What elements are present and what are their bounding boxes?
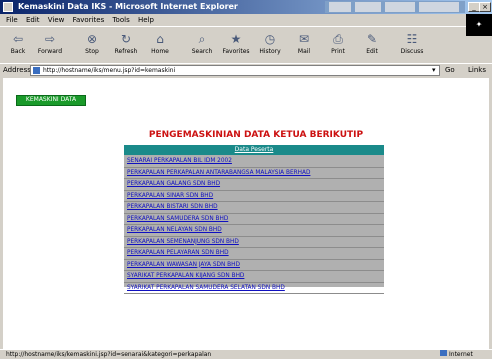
page-content: KEMASKINI DATA PENGEMASKINIAN DATA KETUA… xyxy=(3,78,489,349)
menu-link[interactable]: PERKAPALAN PELAYARAN SDN BHD xyxy=(127,250,229,256)
list-item: SYARIKAT PERKAPALAN KIJANG SDN BHD xyxy=(124,271,384,283)
menu-link[interactable]: PERKAPALAN BISTARI SDN BHD xyxy=(127,204,218,210)
back-icon: ⇦ xyxy=(12,32,24,46)
menu-bar: File Edit View Favorites Tools Help xyxy=(0,14,492,26)
discuss-button[interactable]: ☷ Discuss xyxy=(396,30,428,60)
address-label: Address xyxy=(3,66,31,74)
mail-button[interactable]: ✉ Mail xyxy=(288,30,320,60)
menu-link[interactable]: SYARIKAT PERKAPALAN SAMUDERA SELATAN SDN… xyxy=(127,285,285,291)
menu-link[interactable]: PERKAPALAN SEMENANJUNG SDN BHD xyxy=(127,239,239,245)
menu-link[interactable]: PERKAPALAN SAMUDERA SDN BHD xyxy=(127,216,228,222)
close-icon[interactable]: × xyxy=(479,2,491,12)
globe-icon xyxy=(440,350,447,356)
refresh-icon: ↻ xyxy=(120,32,132,46)
history-button[interactable]: ◷ History xyxy=(254,30,286,60)
toolbar: ⇦ Back ⇨ Forward ⊗ Stop ↻ Refresh ⌂ Home ⌕ Sea… xyxy=(0,26,466,64)
stop-button[interactable]: ⊗ Stop xyxy=(76,30,108,60)
ie-logo-icon xyxy=(3,2,13,12)
list-item: PERKAPALAN BISTARI SDN BHD xyxy=(124,202,384,214)
task-button[interactable] xyxy=(355,2,381,12)
print-icon: ⎙ xyxy=(333,32,343,46)
menu-view[interactable]: View xyxy=(48,16,65,24)
page-heading: PENGEMASKINIAN DATA KETUA BERIKUTIP xyxy=(148,130,364,140)
menu-link[interactable]: SENARAI PERKAPALAN BIL IDM 2002 xyxy=(127,158,232,164)
address-dropdown-icon[interactable]: ▾ xyxy=(432,66,436,74)
page-tag: KEMASKINI DATA xyxy=(16,95,86,106)
menu-list: SENARAI PERKAPALAN BIL IDM 2002 PERKAPAL… xyxy=(124,156,384,294)
menu-link[interactable]: PERKAPALAN NELAYAN SDN BHD xyxy=(127,227,222,233)
list-item: PERKAPALAN WAWASAN JAYA SDN BHD xyxy=(124,260,384,271)
refresh-button[interactable]: ↻ Refresh xyxy=(110,30,142,60)
menu-link[interactable]: PERKAPALAN PERKAPALAN ANTARABANGSA MALAY… xyxy=(127,170,310,176)
home-button[interactable]: ⌂ Home xyxy=(144,30,176,60)
address-bar: Address http://hostname/iks/menu.jsp?id=… xyxy=(0,63,492,78)
discuss-icon: ☷ xyxy=(406,32,418,46)
menu-link[interactable]: PERKAPALAN SINAR SDN BHD xyxy=(127,193,213,199)
menu-file[interactable]: File xyxy=(6,16,18,24)
back-button[interactable]: ⇦ Back xyxy=(2,30,34,60)
mail-icon: ✉ xyxy=(298,32,310,46)
menu-tools[interactable]: Tools xyxy=(112,16,129,24)
menu-help[interactable]: Help xyxy=(138,16,154,24)
list-item: SENARAI PERKAPALAN BIL IDM 2002 xyxy=(124,156,384,168)
home-icon: ⌂ xyxy=(156,32,164,46)
search-button[interactable]: ⌕ Search xyxy=(186,30,218,60)
favorites-button[interactable]: ★ Favorites xyxy=(220,30,252,60)
list-item: SYARIKAT PERKAPALAN SAMUDERA SELATAN SDN… xyxy=(124,283,384,294)
menu-link[interactable]: SYARIKAT PERKAPALAN KIJANG SDN BHD xyxy=(127,273,244,279)
menu-link[interactable]: PERKAPALAN GALANG SDN BHD xyxy=(127,181,220,187)
list-item: PERKAPALAN SAMUDERA SDN BHD xyxy=(124,214,384,225)
forward-button[interactable]: ⇨ Forward xyxy=(34,30,66,60)
title-bar: Kemaskini Data IKS - Microsoft Internet … xyxy=(0,0,492,14)
list-item: PERKAPALAN SEMENANJUNG SDN BHD xyxy=(124,237,384,248)
address-input[interactable]: http://hostname/iks/menu.jsp?id=kemaskin… xyxy=(30,65,440,76)
task-button[interactable] xyxy=(329,2,351,12)
search-icon: ⌕ xyxy=(198,32,206,46)
list-item: PERKAPALAN GALANG SDN BHD xyxy=(124,179,384,191)
windows-logo-icon: ✦ xyxy=(466,14,492,36)
print-button[interactable]: ⎙ Print xyxy=(322,30,354,60)
page-icon xyxy=(33,67,40,74)
address-url: http://hostname/iks/menu.jsp?id=kemaskin… xyxy=(43,67,176,74)
list-item: PERKAPALAN PERKAPALAN ANTARABANGSA MALAY… xyxy=(124,168,384,179)
links-button[interactable]: Links xyxy=(468,66,486,74)
menu-favorites[interactable]: Favorites xyxy=(73,16,105,24)
menu-table: Data Peserta SENARAI PERKAPALAN BIL IDM … xyxy=(124,145,384,294)
list-item: PERKAPALAN SINAR SDN BHD xyxy=(124,191,384,202)
list-item: PERKAPALAN NELAYAN SDN BHD xyxy=(124,225,384,237)
stop-icon: ⊗ xyxy=(86,32,98,46)
task-button[interactable] xyxy=(419,2,459,12)
menu-link[interactable]: PERKAPALAN WAWASAN JAYA SDN BHD xyxy=(127,262,240,268)
list-item: PERKAPALAN PELAYARAN SDN BHD xyxy=(124,248,384,260)
taskbar-strip xyxy=(325,1,465,13)
edit-icon: ✎ xyxy=(366,32,378,46)
zone-label: Internet xyxy=(449,351,473,358)
history-icon: ◷ xyxy=(264,32,276,46)
window-title: Kemaskini Data IKS - Microsoft Internet … xyxy=(18,2,238,11)
menu-edit[interactable]: Edit xyxy=(26,16,40,24)
task-button[interactable] xyxy=(385,2,415,12)
favorites-icon: ★ xyxy=(230,32,242,46)
edit-button[interactable]: ✎ Edit xyxy=(356,30,388,60)
go-button[interactable]: Go xyxy=(445,66,455,74)
table-header[interactable]: Data Peserta xyxy=(124,145,384,155)
forward-icon: ⇨ xyxy=(44,32,56,46)
